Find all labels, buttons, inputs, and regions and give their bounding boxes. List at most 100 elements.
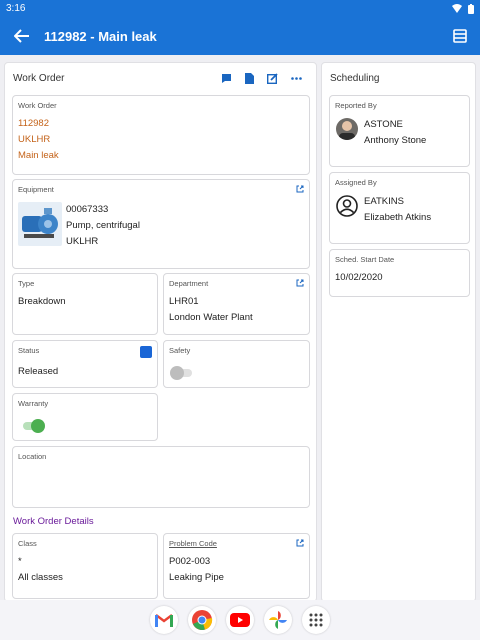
youtube-app[interactable] bbox=[226, 606, 254, 634]
edit-icon bbox=[267, 72, 278, 84]
work-order-summary-card: Work Order 112982 UKLHR Main leak bbox=[12, 95, 310, 175]
field-label: Class bbox=[18, 539, 37, 548]
comment-icon bbox=[222, 73, 231, 83]
open-equipment-link[interactable] bbox=[296, 185, 304, 193]
chrome-icon bbox=[192, 610, 213, 630]
warranty-card: Warranty bbox=[12, 393, 158, 441]
app-dock bbox=[0, 600, 480, 640]
open-external-icon bbox=[296, 185, 304, 193]
toggle-knob bbox=[170, 366, 184, 380]
equipment-code: 00067333 bbox=[66, 204, 109, 215]
chrome-app[interactable] bbox=[188, 606, 216, 634]
app-drawer[interactable] bbox=[302, 606, 330, 634]
panel-heading: Work Order bbox=[13, 72, 65, 84]
field-label: Status bbox=[18, 346, 40, 355]
field-label: Reported By bbox=[335, 101, 377, 110]
document-button[interactable] bbox=[245, 72, 254, 84]
open-problem-code-link[interactable] bbox=[296, 539, 304, 547]
status-bar: 3:16 bbox=[0, 0, 480, 17]
work-order-panel: Work Order Work Order 112982 UKLHR Main … bbox=[4, 62, 317, 600]
sched-start-card[interactable]: Sched. Start Date 10/02/2020 bbox=[329, 249, 470, 297]
field-label: Equipment bbox=[18, 185, 54, 194]
field-label: Sched. Start Date bbox=[335, 255, 395, 264]
toggle-knob bbox=[31, 419, 45, 433]
assigned-by-name: Elizabeth Atkins bbox=[364, 212, 432, 223]
pump-icon bbox=[22, 208, 58, 238]
type-card[interactable]: Type Breakdown bbox=[12, 273, 158, 335]
scheduling-panel-header: Scheduling bbox=[322, 63, 475, 93]
class-card[interactable]: Class * All classes bbox=[12, 533, 158, 599]
field-label: Assigned By bbox=[335, 178, 377, 187]
location-card[interactable]: Location bbox=[12, 446, 310, 508]
field-label: Work Order bbox=[18, 101, 57, 110]
open-external-icon bbox=[296, 279, 304, 287]
problem-code-name: Leaking Pipe bbox=[169, 572, 224, 583]
warranty-toggle[interactable] bbox=[23, 419, 45, 433]
field-label: Safety bbox=[169, 346, 191, 355]
equipment-card[interactable]: Equipment 00067333 Pump, centrifugal UKL… bbox=[12, 179, 310, 269]
field-label[interactable]: Problem Code bbox=[169, 539, 304, 548]
problem-code-card[interactable]: Problem Code P002-003 Leaking Pipe bbox=[163, 533, 310, 599]
assigned-by-code: EATKINS bbox=[364, 196, 404, 207]
section-title: Work Order Details bbox=[13, 516, 94, 527]
safety-card: Safety bbox=[163, 340, 310, 388]
scheduling-panel: Scheduling Reported By ASTONE Anthony St… bbox=[321, 62, 476, 600]
equipment-name: Pump, centrifugal bbox=[66, 220, 140, 231]
open-external-icon bbox=[296, 539, 304, 547]
status-value: Released bbox=[18, 366, 59, 377]
more-button[interactable] bbox=[291, 76, 302, 80]
clock: 3:16 bbox=[6, 3, 26, 14]
app-drawer-icon bbox=[309, 613, 323, 627]
avatar bbox=[336, 195, 358, 222]
work-order-description: Main leak bbox=[18, 150, 59, 161]
gmail-app[interactable] bbox=[150, 606, 178, 634]
field-label: Warranty bbox=[18, 399, 49, 408]
open-department-link[interactable] bbox=[296, 279, 304, 287]
app-bar: 112982 - Main leak bbox=[0, 17, 480, 55]
avatar bbox=[336, 118, 358, 140]
comment-button[interactable] bbox=[221, 73, 232, 84]
battery-icon bbox=[468, 3, 474, 14]
department-card[interactable]: Department LHR01 London Water Plant bbox=[163, 273, 310, 335]
person-icon bbox=[336, 195, 358, 217]
equipment-image bbox=[18, 202, 62, 246]
reported-by-name: Anthony Stone bbox=[364, 135, 427, 146]
equipment-org: UKLHR bbox=[66, 236, 99, 247]
class-name: All classes bbox=[18, 572, 63, 583]
work-order-org: UKLHR bbox=[18, 134, 51, 145]
youtube-icon bbox=[230, 613, 250, 627]
field-label: Type bbox=[18, 279, 35, 288]
edit-button[interactable] bbox=[267, 72, 278, 84]
work-order-number: 112982 bbox=[18, 118, 49, 129]
field-label: Location bbox=[18, 452, 47, 461]
type-value: Breakdown bbox=[18, 296, 66, 307]
menu-button[interactable] bbox=[440, 29, 480, 43]
status-card[interactable]: Status Released bbox=[12, 340, 158, 388]
reported-by-card[interactable]: Reported By ASTONE Anthony Stone bbox=[329, 95, 470, 167]
content: Work Order Work Order 112982 UKLHR Main … bbox=[0, 55, 480, 600]
problem-code-value: P002-003 bbox=[169, 556, 211, 567]
work-order-panel-header: Work Order bbox=[5, 63, 316, 93]
safety-toggle[interactable] bbox=[170, 366, 192, 380]
department-name: London Water Plant bbox=[169, 312, 253, 323]
photos-app[interactable] bbox=[264, 606, 292, 634]
sched-start-value: 10/02/2020 bbox=[335, 272, 383, 283]
more-icon bbox=[291, 76, 302, 80]
document-icon bbox=[245, 72, 254, 84]
assigned-by-card[interactable]: Assigned By EATKINS Elizabeth Atkins bbox=[329, 172, 470, 244]
status-color-swatch bbox=[140, 346, 152, 358]
photos-icon bbox=[269, 611, 287, 629]
wifi-icon bbox=[452, 4, 462, 13]
back-button[interactable] bbox=[0, 29, 44, 43]
menu-icon bbox=[453, 29, 467, 43]
page-title: 112982 - Main leak bbox=[44, 28, 157, 44]
field-label: Department bbox=[169, 279, 209, 288]
person-photo-icon bbox=[339, 121, 355, 140]
status-icons bbox=[452, 3, 474, 14]
panel-heading: Scheduling bbox=[330, 72, 380, 84]
gmail-icon bbox=[155, 613, 173, 627]
arrow-left-icon bbox=[14, 29, 29, 43]
class-code: * bbox=[18, 556, 22, 567]
department-code: LHR01 bbox=[169, 296, 199, 307]
reported-by-code: ASTONE bbox=[364, 119, 403, 130]
